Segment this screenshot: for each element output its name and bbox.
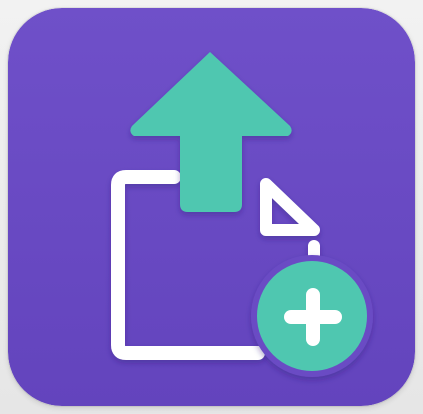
- plus-icon: [284, 310, 342, 324]
- upload-file-add-icon: [8, 8, 415, 406]
- plus-badge: [251, 255, 373, 377]
- app-icon[interactable]: [0, 0, 423, 414]
- app-icon-canvas: [0, 0, 423, 414]
- app-icon-tile: [8, 8, 415, 406]
